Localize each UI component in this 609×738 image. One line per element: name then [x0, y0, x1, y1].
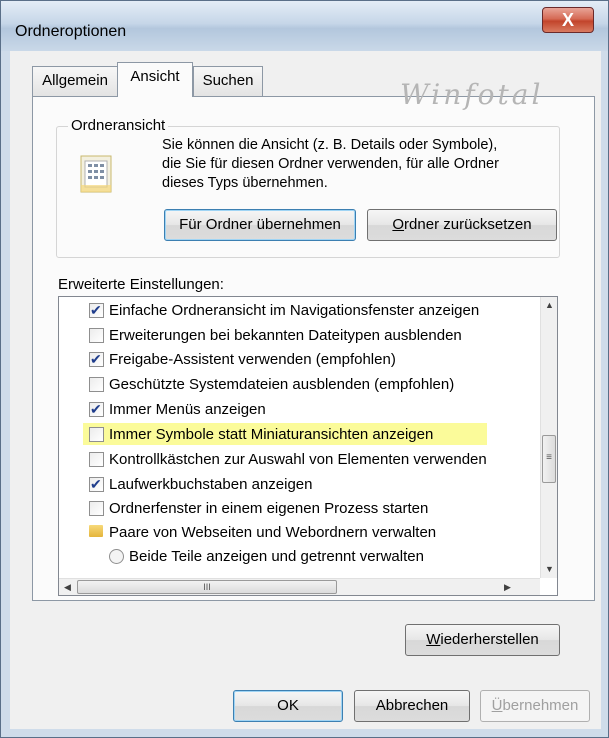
tab-suchen[interactable]: Suchen: [193, 66, 263, 96]
item-label: Einfache Ordneransicht im Navigationsfen…: [109, 302, 480, 319]
horizontal-scroll-thumb[interactable]: III: [77, 580, 337, 594]
checkbox[interactable]: [89, 452, 104, 467]
description-line: die Sie für diesen Ordner verwenden, für…: [162, 156, 499, 172]
button-label: iederherstellen: [440, 631, 539, 648]
checkbox[interactable]: [89, 501, 104, 516]
mnemonic-letter: O: [392, 216, 405, 233]
close-icon: X: [561, 10, 574, 30]
folder-icon: [89, 525, 103, 537]
scroll-down-icon[interactable]: ▼: [541, 561, 557, 578]
tab-allgemein[interactable]: Allgemein: [32, 66, 118, 96]
item-label: Laufwerkbuchstaben anzeigen: [109, 476, 313, 493]
mnemonic-letter: W: [426, 631, 441, 648]
item-label: Ordnerfenster in einem eigenen Prozess s…: [109, 500, 429, 517]
restore-defaults-button[interactable]: Wiederherstellen: [405, 624, 560, 656]
checkbox[interactable]: [89, 347, 104, 371]
item-label: Kontrollkästchen zur Auswahl von Element…: [109, 451, 487, 468]
checkbox[interactable]: [89, 427, 104, 442]
apply-button[interactable]: Übernehmen: [480, 690, 590, 722]
vertical-scroll-thumb[interactable]: ≡: [542, 435, 556, 483]
close-button[interactable]: X: [542, 7, 594, 33]
item-label: Geschützte Systemdateien ausblenden (emp…: [109, 376, 455, 393]
button-label: rdner zurücksetzen: [404, 216, 532, 233]
scroll-left-icon[interactable]: ◀: [59, 579, 76, 595]
horizontal-scrollbar[interactable]: ◀ III ▶: [59, 578, 540, 595]
radio-button[interactable]: [109, 549, 124, 564]
checkbox[interactable]: [89, 377, 104, 392]
apply-to-folders-button[interactable]: Für Ordner übernehmen: [164, 209, 356, 241]
advanced-settings-label: Erweiterte Einstellungen:: [58, 276, 224, 293]
item-label: Immer Menüs anzeigen: [109, 401, 266, 418]
folder-view-icon: [80, 155, 112, 193]
title-bar[interactable]: Ordneroptionen X: [1, 1, 608, 51]
watermark-logo: Winfotal: [400, 78, 544, 111]
item-label: Beide Teile anzeigen und getrennt verwal…: [129, 548, 424, 565]
tab-ansicht[interactable]: Ansicht: [117, 62, 193, 97]
checkbox[interactable]: [89, 328, 104, 343]
item-label: Immer Symbole statt Miniaturansichten an…: [109, 426, 434, 443]
window-title: Ordneroptionen: [15, 23, 127, 40]
folder-view-description: Sie können die Ansicht (z. B. Details od…: [162, 136, 552, 193]
checkbox[interactable]: [89, 397, 104, 421]
advanced-settings-list[interactable]: Einfache Ordneransicht im Navigationsfen…: [58, 296, 558, 596]
checkbox[interactable]: [89, 298, 104, 322]
description-line: dieses Typs übernehmen.: [162, 175, 328, 191]
checkbox[interactable]: [89, 472, 104, 496]
reset-folders-button[interactable]: Ordner zurücksetzen: [367, 209, 557, 241]
mnemonic-letter: Ü: [491, 697, 503, 714]
scroll-right-icon[interactable]: ▶: [499, 579, 516, 595]
ok-button[interactable]: OK: [233, 690, 343, 722]
button-label: bernehmen: [502, 697, 579, 714]
item-label: Erweiterungen bei bekannten Dateitypen a…: [109, 327, 462, 344]
vertical-scrollbar[interactable]: ▲ ≡ ▼: [540, 297, 557, 578]
item-label: Freigabe-Assistent verwenden (empfohlen): [109, 351, 396, 368]
item-label: Paare von Webseiten und Webordnern verwa…: [109, 524, 437, 541]
description-line: Sie können die Ansicht (z. B. Details od…: [162, 137, 498, 153]
folder-view-group-label: Ordneransicht: [68, 117, 169, 134]
cancel-button[interactable]: Abbrechen: [354, 690, 470, 722]
scroll-up-icon[interactable]: ▲: [541, 297, 557, 314]
grip-icon: ≡: [546, 452, 552, 463]
